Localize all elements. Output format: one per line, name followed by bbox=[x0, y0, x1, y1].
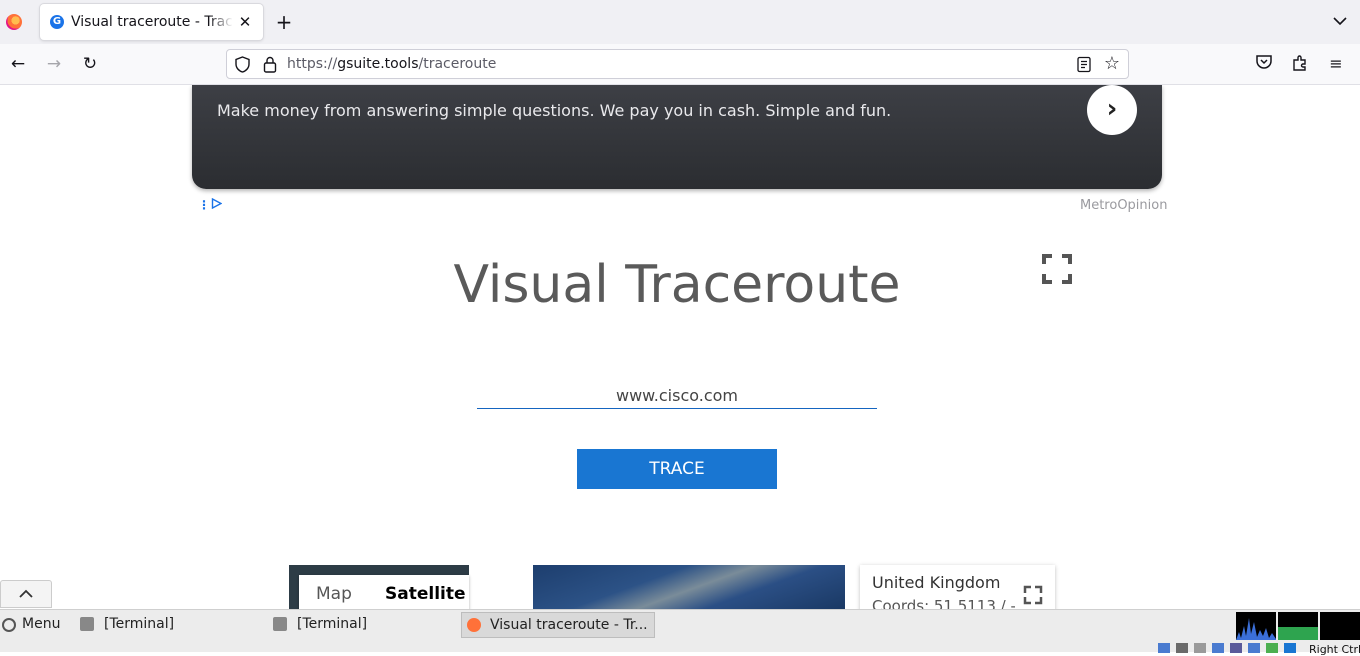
navigation-bar: ← → ↻ https://gsuite.tools/traceroute ☆ … bbox=[0, 44, 1360, 85]
shield-icon[interactable] bbox=[235, 56, 250, 73]
menu-icon[interactable] bbox=[2, 618, 16, 632]
taskbar: Menu [Terminal] [Terminal] Visual tracer… bbox=[0, 609, 1360, 656]
map-ocean-view[interactable] bbox=[533, 565, 845, 610]
forward-arrow-icon[interactable]: → bbox=[43, 53, 65, 75]
firefox-icon bbox=[467, 618, 481, 632]
taskbar-item-terminal-2[interactable]: [Terminal] bbox=[273, 612, 453, 638]
map-fullscreen-icon[interactable] bbox=[1015, 577, 1051, 610]
map-tab-map[interactable]: Map bbox=[316, 584, 352, 604]
ad-options-icon[interactable]: ⋮ bbox=[198, 198, 210, 212]
hamburger-menu-icon[interactable]: ≡ bbox=[1326, 54, 1346, 74]
back-arrow-icon[interactable]: ← bbox=[7, 53, 29, 75]
fullscreen-icon[interactable] bbox=[1042, 254, 1072, 284]
map-type-control: Map Satellite bbox=[299, 575, 469, 610]
menu-button[interactable]: Menu bbox=[22, 616, 60, 632]
adchoices-icon[interactable] bbox=[211, 198, 222, 209]
memory-graph bbox=[1278, 612, 1318, 640]
google-favicon-icon: G bbox=[50, 15, 64, 29]
ad-brand[interactable]: MetroOpinion bbox=[1080, 198, 1167, 213]
ad-arrow-button[interactable]: › bbox=[1087, 85, 1137, 135]
firefox-logo-icon[interactable] bbox=[6, 14, 22, 30]
tab-list-chevron-icon[interactable] bbox=[1330, 12, 1350, 32]
cpu-graph bbox=[1236, 612, 1276, 640]
page-content: Make money from answering simple questio… bbox=[0, 85, 1360, 610]
url-text[interactable]: https://gsuite.tools/traceroute bbox=[287, 56, 496, 72]
new-tab-plus-icon[interactable]: + bbox=[274, 12, 294, 32]
host-key-label: Right Ctrl bbox=[1309, 643, 1360, 656]
tab-title: Visual traceroute - Track a bbox=[71, 14, 233, 30]
host-input[interactable] bbox=[477, 377, 877, 409]
reader-view-icon[interactable] bbox=[1076, 56, 1092, 73]
page-title: Visual Traceroute bbox=[453, 255, 901, 315]
bookmark-star-icon[interactable]: ☆ bbox=[1104, 54, 1120, 74]
url-bar[interactable]: https://gsuite.tools/traceroute ☆ bbox=[226, 49, 1129, 79]
lock-icon[interactable] bbox=[263, 56, 277, 73]
trace-button[interactable]: TRACE bbox=[577, 449, 777, 489]
hop-info-card: United Kingdom Coords: 51.5113 / -0. bbox=[860, 565, 1055, 610]
taskbar-item-firefox[interactable]: Visual traceroute - Tr... bbox=[461, 612, 655, 638]
taskbar-item-terminal-1[interactable]: [Terminal] bbox=[80, 612, 260, 638]
ad-text[interactable]: Make money from answering simple questio… bbox=[217, 101, 891, 120]
chevron-up-icon bbox=[19, 589, 33, 598]
ad-banner[interactable]: Make money from answering simple questio… bbox=[192, 85, 1162, 189]
pocket-icon[interactable] bbox=[1254, 54, 1274, 74]
tab-close-icon[interactable]: ✕ bbox=[235, 12, 255, 32]
terminal-icon bbox=[80, 617, 94, 631]
scroll-up-button[interactable] bbox=[0, 580, 52, 608]
terminal-icon bbox=[273, 617, 287, 631]
extensions-icon[interactable] bbox=[1290, 54, 1310, 74]
network-graph bbox=[1320, 612, 1360, 640]
tab-strip: G Visual traceroute - Track a ✕ + bbox=[0, 0, 1360, 44]
hop-country: United Kingdom bbox=[872, 573, 1001, 592]
reload-icon[interactable]: ↻ bbox=[79, 53, 101, 75]
map-tab-satellite[interactable]: Satellite bbox=[385, 584, 466, 604]
tab-visual-traceroute[interactable]: G Visual traceroute - Track a ✕ bbox=[40, 4, 263, 40]
